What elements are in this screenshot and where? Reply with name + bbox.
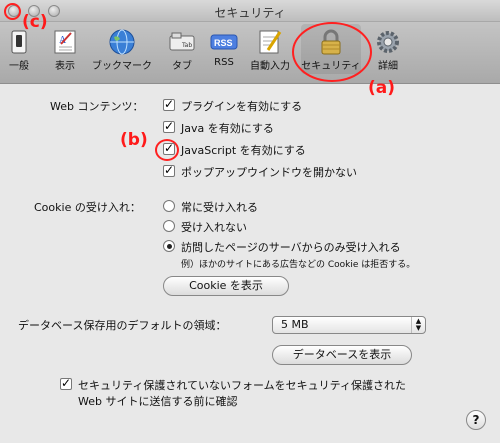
toolbar-item-bookmarks[interactable]: ブックマーク [92,24,152,74]
toolbar-label-rss: RSS [214,57,234,68]
switch-icon [11,30,27,54]
pencil-icon [259,30,282,54]
globe-icon [109,29,135,55]
svg-text:Tab: Tab [181,42,192,49]
annotation-label-b: (b) [120,130,148,150]
toolbar-item-advanced[interactable]: 詳細 [368,24,408,74]
annotation-ring-close [4,3,21,20]
help-button[interactable]: ? [466,410,486,430]
annotation-label-a: (a) [368,78,396,98]
cookie-always-radio[interactable] [163,200,175,212]
cookie-visited-label: 訪問したページのサーバからのみ受け入れる [181,241,401,254]
cookie-always-label: 常に受け入れる [181,201,258,214]
toolbar-item-rss[interactable]: RSS RSS [199,24,249,74]
insecure-form-checkbox[interactable] [60,376,72,390]
tab-icon: Tab [169,32,195,51]
block-popups-label: ポップアップウインドウを開かない [181,166,357,179]
java-checkbox[interactable] [163,119,175,133]
svg-text:RSS: RSS [214,38,233,48]
cookie-never-label: 受け入れない [181,221,247,234]
title-bar: セキュリティ [0,0,500,22]
cookie-never-radio[interactable] [163,220,175,232]
toolbar-item-autofill[interactable]: 自動入力 [245,24,295,74]
gear-icon [377,31,399,53]
cookie-visited-radio[interactable] [163,240,175,252]
database-quota-select[interactable]: 5 MB ▲ ▼ [272,316,426,334]
plugins-label: プラグインを有効にする [181,100,303,113]
plugins-checkbox[interactable] [163,97,175,111]
preferences-toolbar: 一般 A 表示 ブックマーク Tab タブ RSS RSS 自動入力 セキュリテ… [0,22,500,84]
database-quota-label: データベース保存用のデフォルトの領域： [18,319,227,332]
appearance-icon: A [54,30,76,54]
toolbar-label-general: 一般 [9,61,29,72]
javascript-checkbox[interactable] [163,141,175,155]
rss-icon: RSS [210,34,238,50]
toolbar-label-appearance: 表示 [55,61,75,72]
web-content-label: Web コンテンツ： [50,100,144,113]
cookie-note: 例）ほかのサイトにある広告などの Cookie は拒否する。 [181,260,416,270]
toolbar-label-bookmarks: ブックマーク [92,61,152,72]
java-label: Java を有効にする [181,122,274,135]
javascript-label: JavaScript を有効にする [181,144,306,157]
cookie-acceptance-label: Cookie の受け入れ： [34,201,141,214]
toolbar-label-autofill: 自動入力 [250,61,290,72]
insecure-form-label-line2: Web サイトに送信する前に確認 [78,395,238,408]
block-popups-checkbox[interactable] [163,163,175,177]
show-cookies-button[interactable]: Cookie を表示 [163,276,289,296]
select-arrows-icon: ▲ ▼ [411,317,425,333]
window-title: セキュリティ [214,6,286,20]
show-databases-button[interactable]: データベースを表示 [272,345,412,365]
toolbar-label-advanced: 詳細 [378,61,398,72]
annotation-label-c: (c) [22,12,48,32]
annotation-ring-security [292,22,372,82]
database-quota-value: 5 MB [281,318,309,331]
insecure-form-label-line1: セキュリティ保護されていないフォームをセキュリティ保護された [78,379,407,392]
